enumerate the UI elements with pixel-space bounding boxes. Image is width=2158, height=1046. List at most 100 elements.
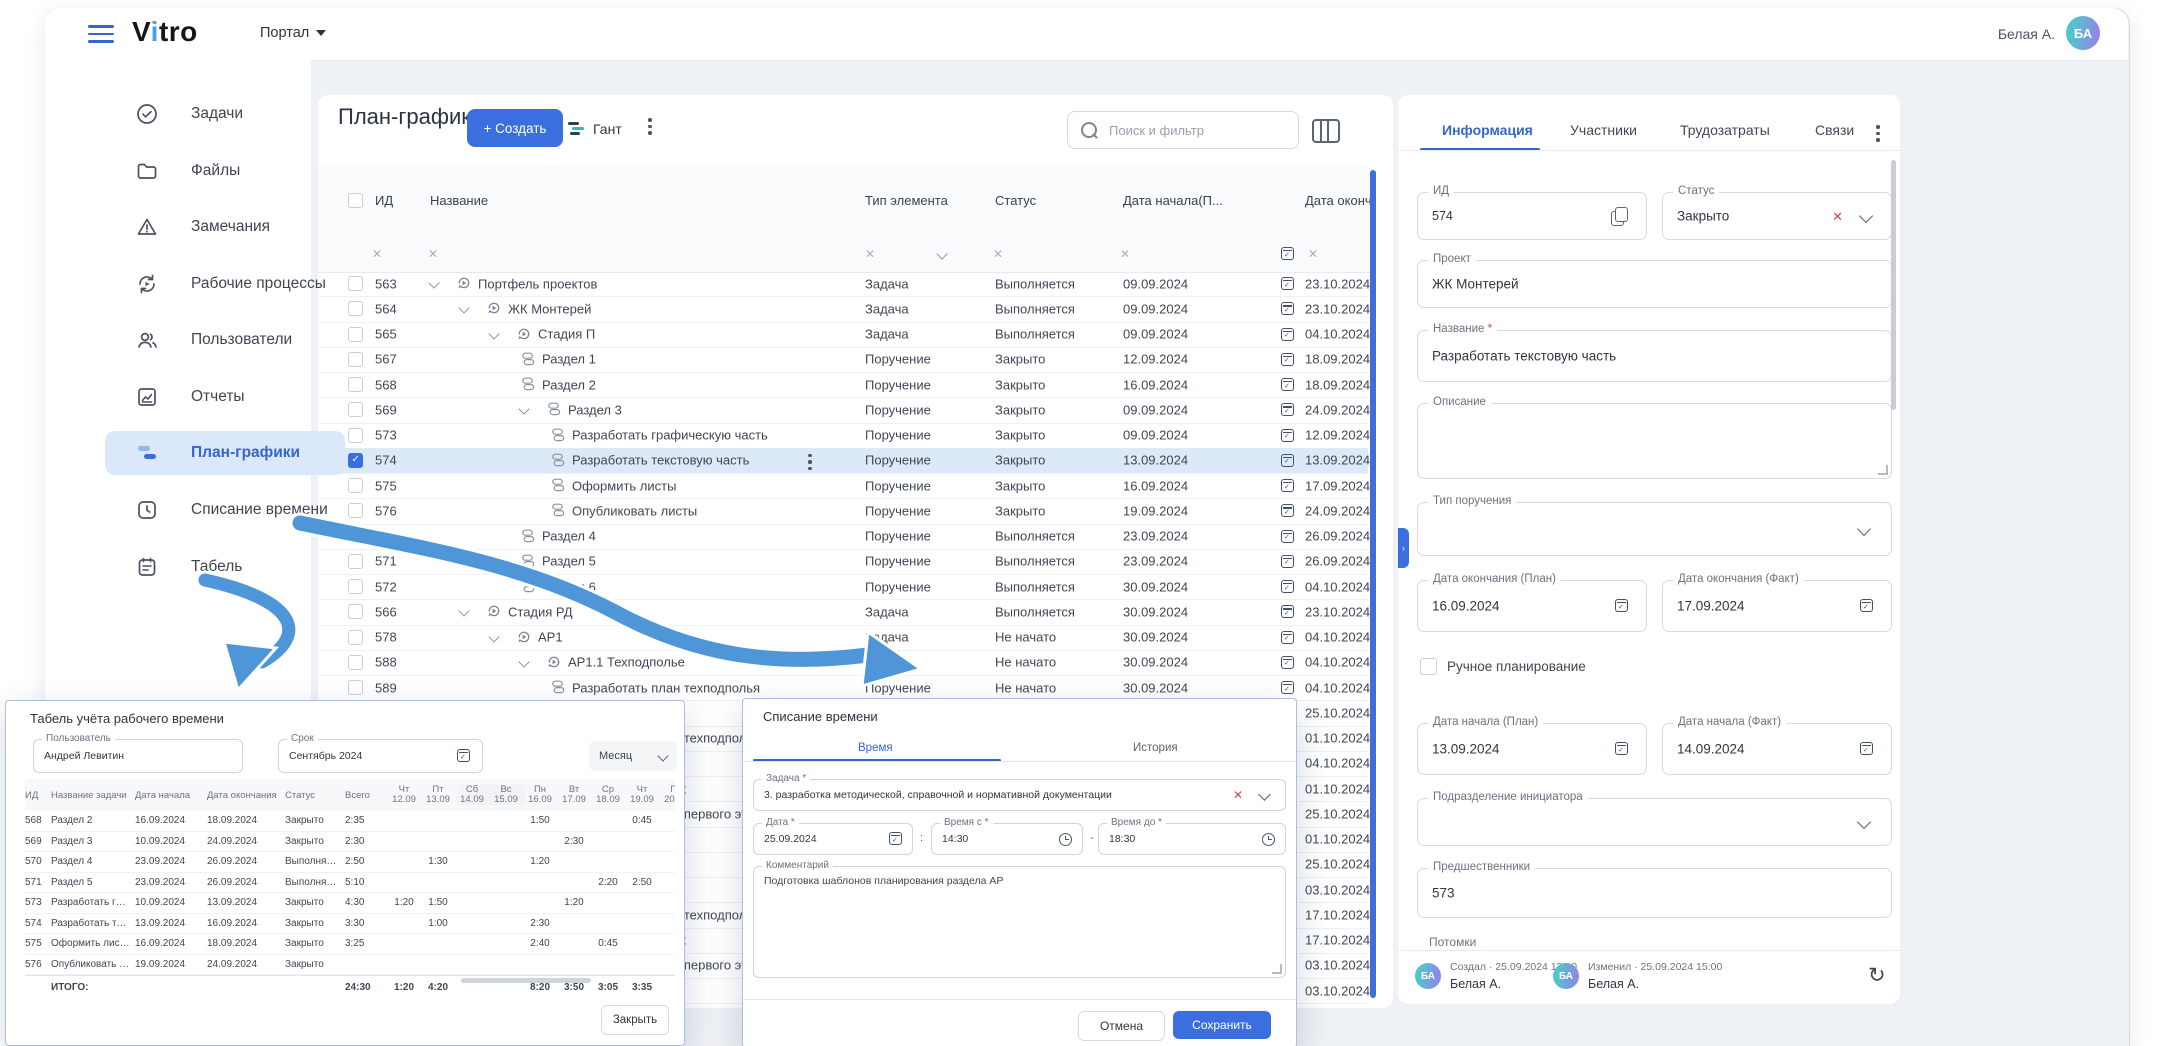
calendar-icon[interactable] <box>1860 742 1873 755</box>
row-checkbox[interactable] <box>348 377 363 392</box>
sidebar-item-4[interactable]: Рабочие процессы <box>105 262 345 306</box>
calendar-icon[interactable] <box>1860 599 1873 612</box>
sidebar-item-2[interactable]: Файлы <box>105 149 345 193</box>
table-row[interactable]: 588 АР1.1 ТехподпольеЗадача Не начато 30… <box>318 650 1368 676</box>
table-row[interactable]: 573 Разработать графическую частьПоручен… <box>318 423 1368 449</box>
timesheet-row[interactable]: 576 Опубликовать листы 19.09.2024 24.09.… <box>25 955 675 976</box>
table-row[interactable]: 564 ЖК МонтерейЗадача Выполняется 09.09.… <box>318 296 1368 322</box>
create-button[interactable]: + Создать <box>467 109 563 147</box>
row-checkbox[interactable] <box>348 630 363 645</box>
panel-scrollbar[interactable] <box>1891 160 1896 410</box>
row-calendar-icon[interactable] <box>1281 504 1294 517</box>
col-start[interactable]: Дата начала(П... <box>1123 193 1223 208</box>
clock-icon[interactable] <box>1059 833 1072 846</box>
table-row[interactable]: 570 Раздел 4Поручение Выполняется 23.09.… <box>318 524 1368 550</box>
row-name[interactable]: Разработать графическую часть <box>572 428 768 443</box>
row-calendar-icon[interactable] <box>1281 277 1294 290</box>
row-checkbox[interactable] <box>348 604 363 619</box>
row-checkbox[interactable] <box>348 529 363 544</box>
predecessors-field[interactable]: Предшественники 573 <box>1417 868 1892 918</box>
table-row[interactable]: 576 Опубликовать листыПоручение Закрыто … <box>318 498 1368 524</box>
row-calendar-icon[interactable] <box>1281 681 1294 694</box>
time-to-field[interactable]: Время до * 18:30 <box>1098 823 1286 855</box>
row-name[interactable]: Раздел 1 <box>542 352 596 367</box>
table-row[interactable]: 569 Раздел 3Поручение Закрыто 09.09.2024… <box>318 397 1368 423</box>
col-name[interactable]: Название <box>430 193 488 208</box>
column-settings-icon[interactable] <box>1312 119 1340 143</box>
sidebar-item-9[interactable]: Табель <box>105 545 345 589</box>
row-name[interactable]: Разработать план техподполья <box>572 680 760 695</box>
task-chevron-icon[interactable] <box>1258 788 1271 801</box>
sidebar-item-6[interactable]: Отчеты <box>105 375 345 419</box>
table-scrollbar[interactable] <box>1370 170 1376 998</box>
row-calendar-icon[interactable] <box>1281 580 1294 593</box>
row-name[interactable]: Оформить листы <box>572 478 676 493</box>
table-row[interactable]: 565 Стадия ПЗадача Выполняется 09.09.202… <box>318 322 1368 348</box>
row-checkbox[interactable] <box>348 680 363 695</box>
row-name[interactable]: Портфель проектов <box>478 276 597 291</box>
calendar-icon[interactable] <box>1615 742 1628 755</box>
name-field[interactable]: Название * Разработать текстовую часть <box>1417 330 1892 382</box>
row-name[interactable]: Раздел 6 <box>542 579 596 594</box>
row-name[interactable]: ЖК Монтерей <box>508 301 591 316</box>
row-checkbox[interactable] <box>348 579 363 594</box>
project-field[interactable]: Проект ЖК Монтерей <box>1417 260 1892 308</box>
row-calendar-icon[interactable] <box>1281 302 1294 315</box>
row-calendar-icon[interactable] <box>1281 631 1294 644</box>
row-calendar-icon[interactable] <box>1281 479 1294 492</box>
row-checkbox[interactable] <box>348 402 363 417</box>
order-type-chevron-icon[interactable] <box>1857 522 1871 536</box>
start-plan-field[interactable]: Дата начала (План) 13.09.2024 <box>1417 723 1647 775</box>
timesheet-row[interactable]: 568 Раздел 2 16.09.2024 18.09.2024 Закры… <box>25 811 675 832</box>
save-button[interactable]: Сохранить <box>1173 1011 1271 1039</box>
timesheet-user-field[interactable]: Пользователь Андрей Левитин <box>33 739 243 773</box>
table-row[interactable]: 566 Стадия РДЗадача Выполняется 30.09.20… <box>318 599 1368 625</box>
expand-chevron-icon[interactable] <box>518 656 529 667</box>
task-field[interactable]: Задача * 3. разработка методической, спр… <box>753 779 1286 811</box>
expand-chevron-icon[interactable] <box>458 303 469 314</box>
col-status[interactable]: Статус <box>995 193 1036 208</box>
table-row[interactable]: 567 Раздел 1Поручение Закрыто 12.09.2024… <box>318 347 1368 373</box>
expand-chevron-icon[interactable] <box>428 277 439 288</box>
table-row[interactable]: 571 Раздел 5Поручение Выполняется 23.09.… <box>318 549 1368 575</box>
clear-status-icon[interactable]: ✕ <box>1832 209 1843 225</box>
sidebar-item-7[interactable]: План-графики <box>105 431 345 475</box>
row-checkbox[interactable] <box>348 327 363 342</box>
sidebar-item-3[interactable]: Замечания <box>105 205 345 249</box>
table-row[interactable]: 563 Портфель проектовЗадача Выполняется … <box>318 271 1368 297</box>
initiator-unit-field[interactable]: Подразделение инициатора <box>1417 798 1892 846</box>
table-row[interactable]: 578 АР1Задача Не начато 30.09.2024 04.10… <box>318 625 1368 651</box>
tab-2[interactable]: Участники <box>1570 122 1637 138</box>
timesheet-row[interactable]: 571 Раздел 5 23.09.2024 26.09.2024 Выпол… <box>25 873 675 894</box>
sidebar-item-5[interactable]: Пользователи <box>105 318 345 362</box>
filter-id-icon[interactable]: ✕ <box>372 247 382 261</box>
sidebar-item-1[interactable]: Задачи <box>105 92 345 136</box>
date-field[interactable]: Дата * 25.09.2024 <box>753 823 913 855</box>
row-calendar-icon[interactable] <box>1281 378 1294 391</box>
timesheet-close-button[interactable]: Закрыть <box>601 1005 669 1035</box>
id-field[interactable]: ИД 574 <box>1417 192 1647 240</box>
row-name[interactable]: АР1.1 Техподполье <box>568 655 685 670</box>
user-avatar[interactable]: БА <box>2066 16 2100 50</box>
table-row[interactable]: 574 Разработать текстовую частьПоручение… <box>318 448 1368 474</box>
table-row[interactable]: 568 Раздел 2Поручение Закрыто 16.09.2024… <box>318 372 1368 398</box>
row-calendar-icon[interactable] <box>1281 353 1294 366</box>
tab-history[interactable]: История <box>1133 742 1178 754</box>
row-name[interactable]: Раздел 3 <box>568 402 622 417</box>
row-name[interactable]: Стадия РД <box>508 604 573 619</box>
time-from-field[interactable]: Время с * 14:30 <box>931 823 1083 855</box>
row-calendar-icon[interactable] <box>1281 429 1294 442</box>
calendar-icon[interactable] <box>1615 599 1628 612</box>
row-checkbox[interactable] <box>348 554 363 569</box>
col-id[interactable]: ИД <box>375 193 393 208</box>
tab-4[interactable]: Связи <box>1815 122 1854 138</box>
row-calendar-icon[interactable] <box>1281 605 1294 618</box>
status-field[interactable]: Статус Закрыто ✕ <box>1662 192 1892 240</box>
resize-handle[interactable] <box>1272 964 1282 974</box>
filter-calendar-icon[interactable] <box>1281 247 1294 260</box>
row-checkbox[interactable] <box>348 276 363 291</box>
row-calendar-icon[interactable] <box>1281 555 1294 568</box>
row-calendar-icon[interactable] <box>1281 328 1294 341</box>
history-icon[interactable]: ↺ <box>1868 963 1886 988</box>
expand-chevron-icon[interactable] <box>488 631 499 642</box>
